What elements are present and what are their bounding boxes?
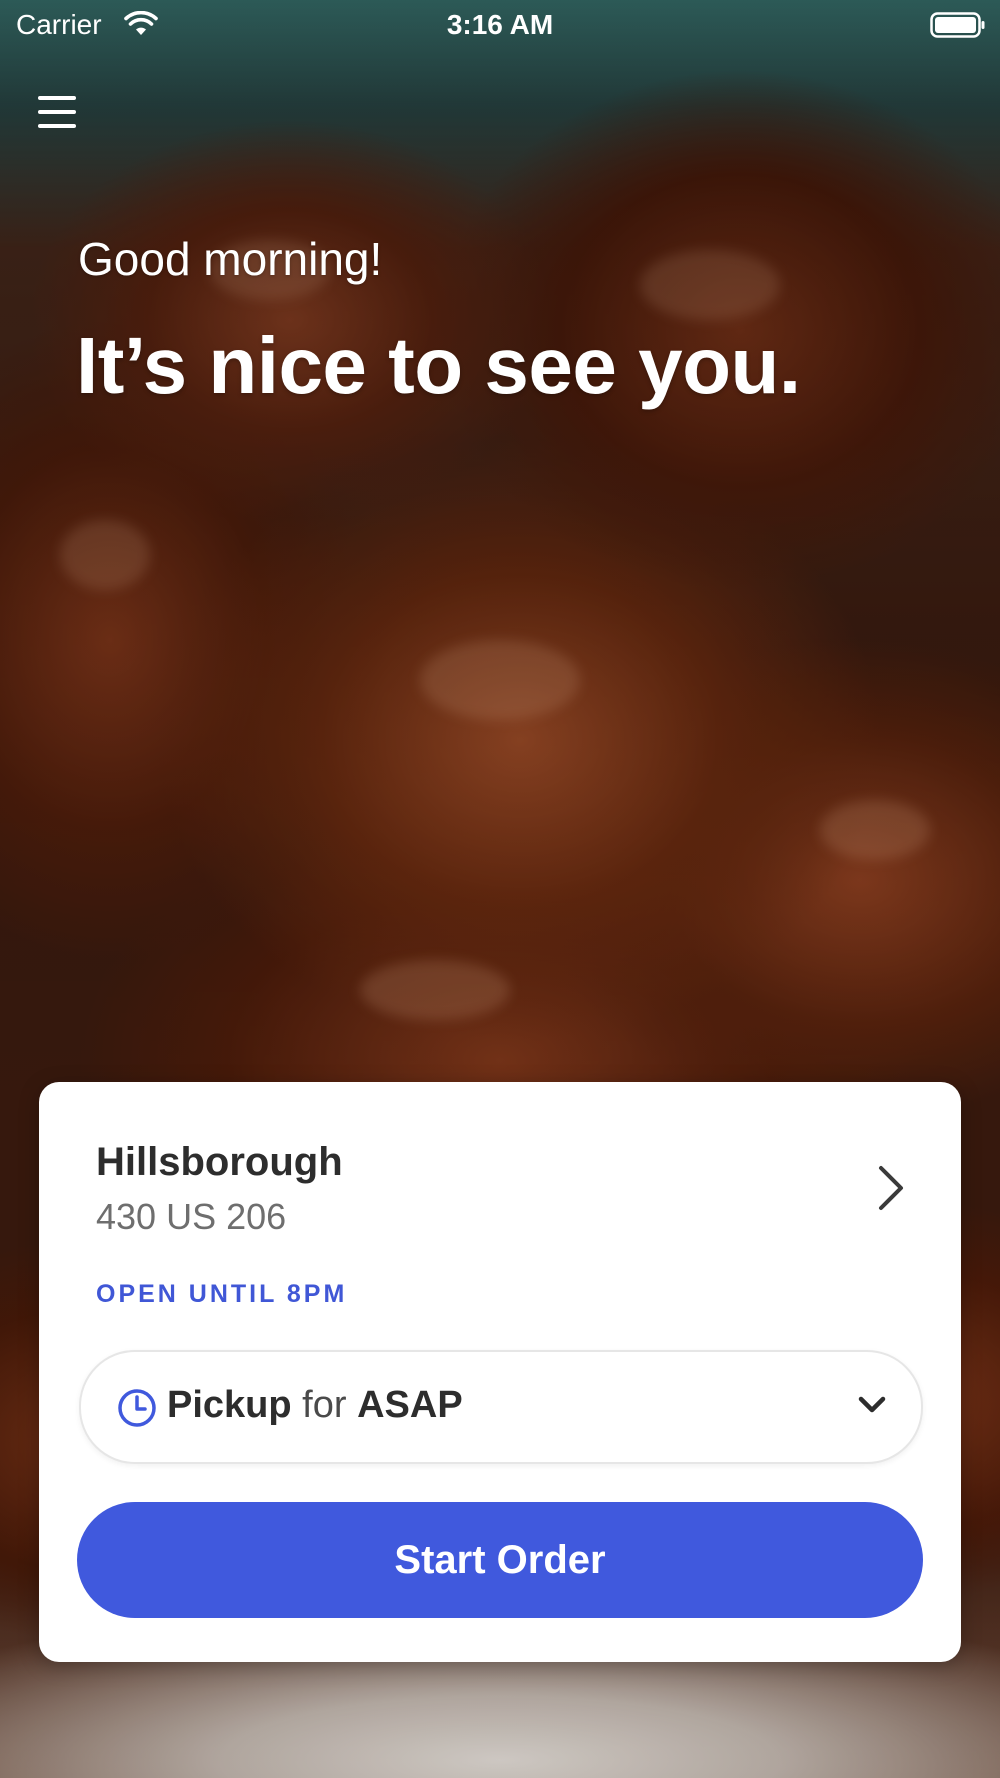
order-mode-label: Pickup	[167, 1384, 292, 1426]
order-time-label: ASAP	[357, 1384, 463, 1426]
chevron-right-icon[interactable]	[873, 1162, 909, 1214]
start-order-button[interactable]: Start Order	[77, 1502, 923, 1618]
status-time: 3:16 AM	[446, 9, 554, 40]
pickup-summary: Pickup for ASAP	[167, 1384, 463, 1427]
store-name: Hillsborough	[96, 1140, 343, 1184]
battery-icon	[930, 12, 985, 38]
location-card: Hillsborough 430 US 206 OPEN UNTIL 8PM P…	[39, 1082, 961, 1662]
location-details-link[interactable]: Hillsborough 430 US 206	[39, 1082, 961, 1272]
greeting-text: Good morning!	[78, 233, 383, 285]
status-bar: Carrier 3:16 AM	[0, 0, 1000, 50]
welcome-headline: It’s nice to see you.	[76, 321, 801, 410]
chevron-down-icon	[858, 1396, 886, 1413]
store-address: 430 US 206	[96, 1196, 287, 1237]
order-mode-connector: for	[302, 1384, 347, 1426]
clock-icon	[118, 1389, 156, 1427]
store-hours-label: OPEN UNTIL 8PM	[96, 1280, 348, 1308]
pickup-time-selector[interactable]: Pickup for ASAP	[79, 1350, 923, 1464]
hamburger-menu-icon[interactable]	[26, 84, 92, 140]
